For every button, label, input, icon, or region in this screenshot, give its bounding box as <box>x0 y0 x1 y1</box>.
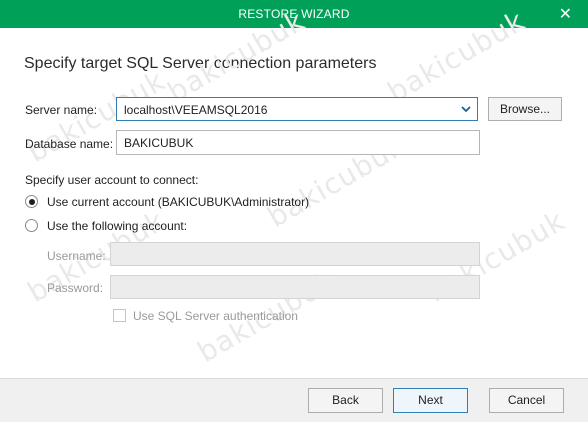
close-icon[interactable]: ✕ <box>559 4 572 24</box>
title-bar: RESTORE WIZARD ✕ <box>0 0 588 28</box>
use-current-account-label[interactable]: Use current account (BAKICUBUK\Administr… <box>47 195 309 209</box>
database-name-label: Database name: <box>25 137 114 151</box>
chevron-down-icon[interactable] <box>459 102 473 116</box>
wizard-footer: Back Next Cancel <box>0 378 588 422</box>
use-following-account-label[interactable]: Use the following account: <box>47 219 187 233</box>
radio-selected-dot <box>28 198 35 205</box>
password-input[interactable] <box>110 275 480 299</box>
wizard-header: Specify target SQL Server connection par… <box>0 28 588 88</box>
database-name-value: BAKICUBUK <box>124 136 194 150</box>
use-current-account-radio[interactable] <box>25 195 38 208</box>
next-button[interactable]: Next <box>393 388 468 413</box>
password-label: Password: <box>47 281 104 295</box>
cancel-button[interactable]: Cancel <box>489 388 564 413</box>
back-button[interactable]: Back <box>308 388 383 413</box>
account-section-label: Specify user account to connect: <box>25 173 199 187</box>
username-input[interactable] <box>110 242 480 266</box>
sql-auth-checkbox[interactable] <box>113 309 126 322</box>
page-title: Specify target SQL Server connection par… <box>24 55 377 72</box>
window-title: RESTORE WIZARD <box>238 7 350 21</box>
server-name-combobox[interactable]: localhost\VEEAMSQL2016 <box>116 97 478 121</box>
database-name-input[interactable]: BAKICUBUK <box>116 130 480 155</box>
username-label: Username: <box>47 249 106 263</box>
server-name-value: localhost\VEEAMSQL2016 <box>124 103 268 117</box>
browse-button[interactable]: Browse... <box>488 97 562 121</box>
sql-auth-label: Use SQL Server authentication <box>133 309 298 323</box>
server-name-label: Server name: <box>25 103 98 117</box>
use-following-account-radio[interactable] <box>25 219 38 232</box>
